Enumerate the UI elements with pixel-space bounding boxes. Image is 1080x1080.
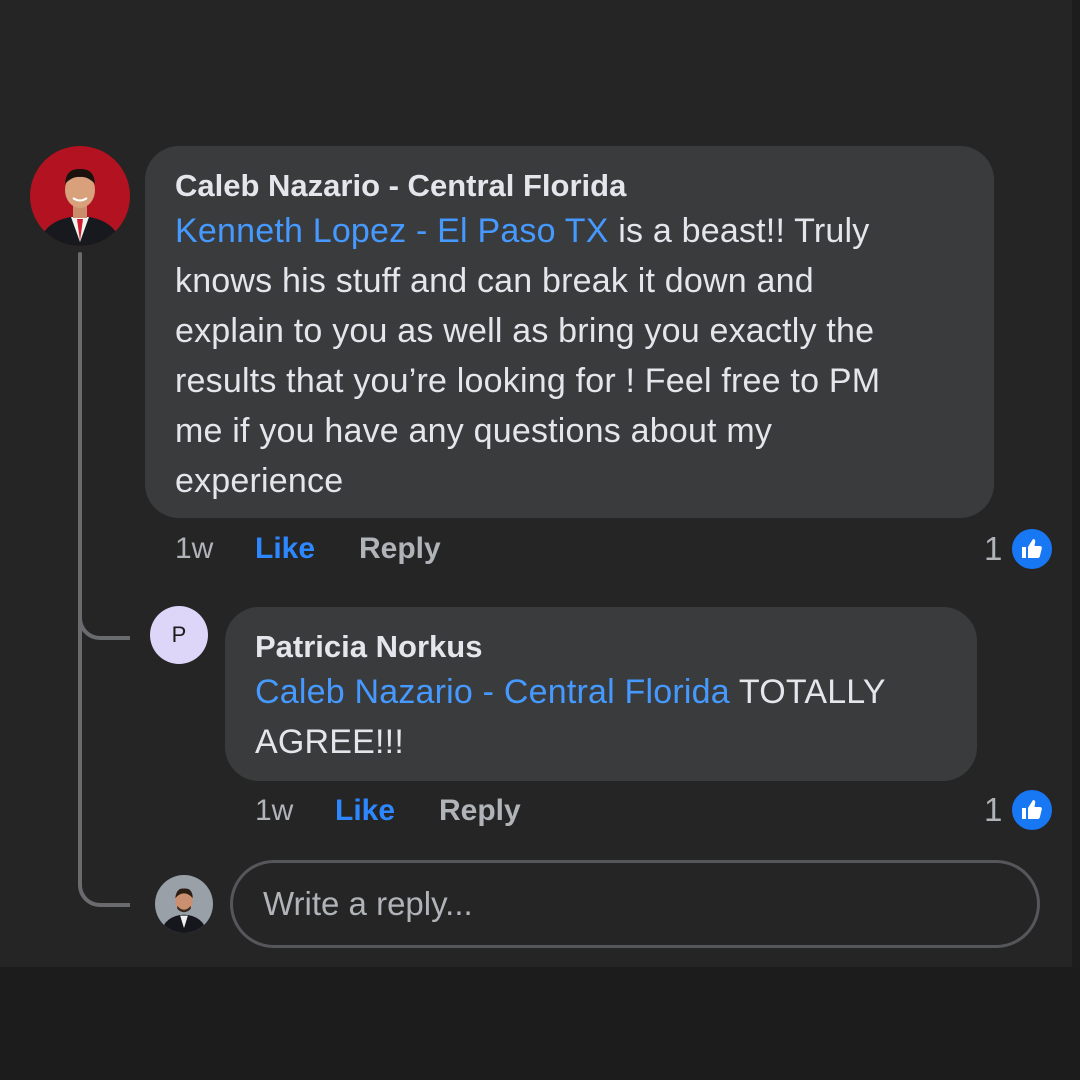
reaction-count: 1 [984,791,1003,828]
like-button[interactable]: Like [255,532,315,566]
comment-text-line: knows his stuff and can break it down an… [175,262,814,300]
avatar[interactable] [30,146,130,246]
comment-text-line: explain to you as well as bring you exac… [175,312,875,350]
comment-text-line: results that you’re looking for ! Feel f… [175,362,881,400]
reply-author[interactable]: Patricia Norkus [255,627,947,667]
mention-link[interactable]: Kenneth Lopez - El Paso TX [175,212,609,250]
reply-text-line: AGREE!!! [255,723,404,761]
timestamp: 1w [255,794,294,827]
reply-button[interactable]: Reply [439,794,521,828]
reaction-summary[interactable]: 1 [984,527,1055,571]
reaction-count: 1 [984,530,1003,567]
bottom-band [0,967,1080,1080]
comment-text-line: experience [175,462,344,500]
thumbs-up-icon [1010,788,1055,832]
thread-line [78,252,82,642]
comment-text-line: is a beast!! Truly [608,212,870,250]
avatar-initial: P [171,622,187,647]
avatar[interactable]: P [150,606,208,664]
comment-actions: 1w Like Reply [175,532,575,572]
comment-author[interactable]: Caleb Nazario - Central Florida [175,166,964,206]
thumbs-up-icon [1010,527,1055,571]
timestamp: 1w [175,532,214,565]
current-user-avatar[interactable] [155,875,213,933]
reply-bubble: Patricia Norkus Caleb Nazario - Central … [225,607,977,781]
thread-connector-reply [78,600,130,640]
comment-bubble: Caleb Nazario - Central Florida Kenneth … [145,146,994,518]
reply-text: Caleb Nazario - Central Florida TOTALLY … [255,667,947,767]
comment-text: Kenneth Lopez - El Paso TX is a beast!! … [175,206,964,506]
reply-actions: 1w Like Reply [255,794,655,834]
reaction-summary[interactable]: 1 [984,788,1055,832]
reply-input[interactable] [230,860,1040,948]
reply-text-line: TOTALLY [729,673,886,711]
reply-button[interactable]: Reply [359,532,441,566]
thread-connector-composer [78,635,130,907]
mention-link[interactable]: Caleb Nazario - Central Florida [255,673,730,711]
comment-text-line: me if you have any questions about my [175,412,773,450]
like-button[interactable]: Like [335,794,395,828]
